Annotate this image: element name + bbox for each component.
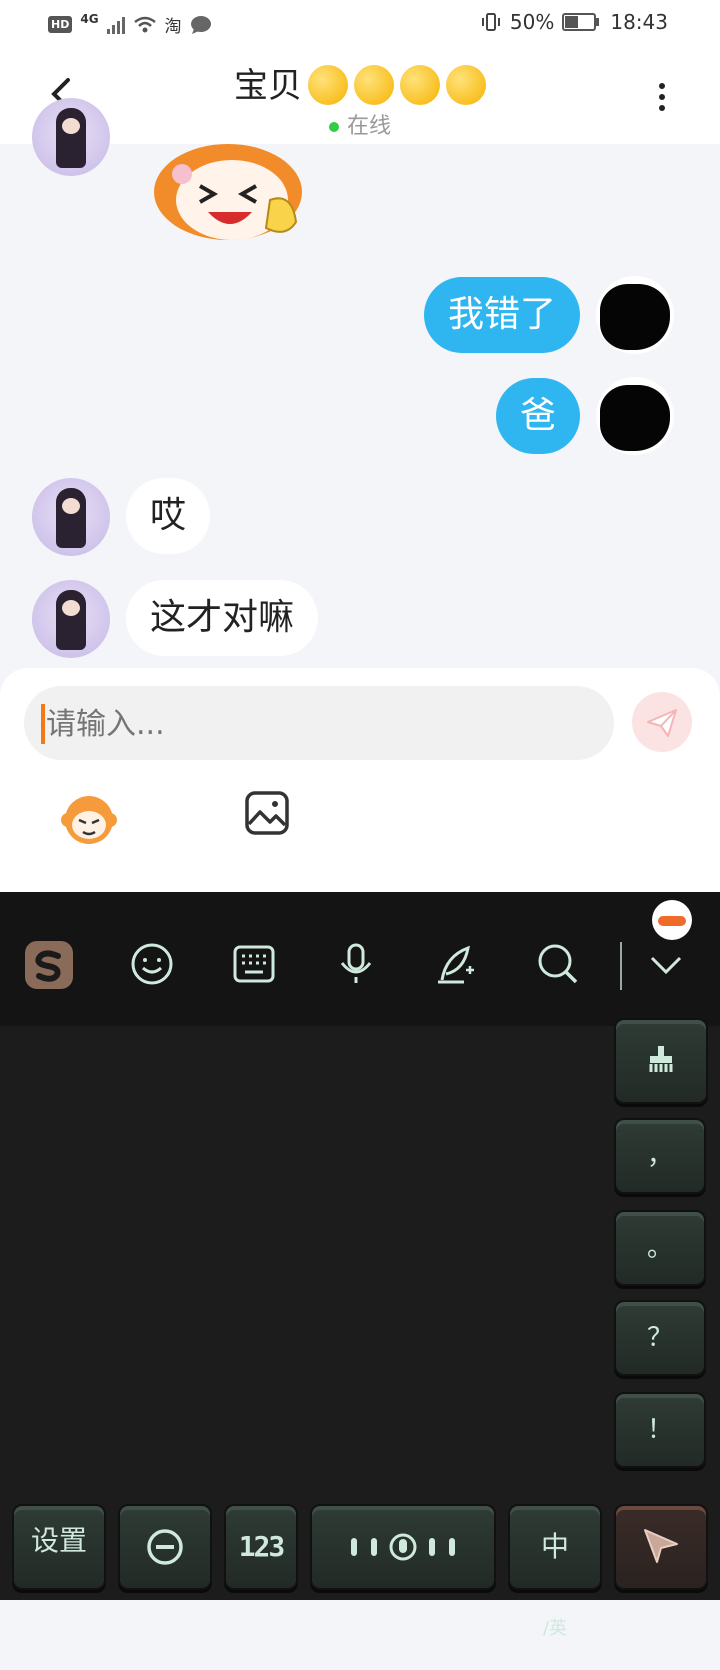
chat-title: 宝贝 (0, 58, 720, 108)
symbol-key[interactable] (118, 1504, 212, 1590)
ime-keyboard: ， 。 ？ ！ 设置 123 中/英 (0, 892, 720, 1639)
send-key[interactable] (614, 1504, 708, 1590)
contact-name: 宝贝 (234, 66, 302, 106)
message-bubble-incoming[interactable]: 哎 (126, 478, 211, 554)
message-bubble-incoming[interactable]: 这才对嘛 (126, 580, 319, 656)
composer-panel (0, 668, 720, 892)
taobao-icon: 淘 (164, 17, 182, 37)
numbers-key[interactable]: 123 (224, 1504, 298, 1590)
kissing-face-icon (308, 64, 348, 105)
handwriting-icon[interactable] (434, 942, 484, 992)
keyboard-icon[interactable] (232, 942, 282, 992)
period-key[interactable]: 。 (614, 1210, 706, 1286)
clock: 18:43 (610, 10, 668, 34)
online-dot-icon (328, 122, 339, 132)
minus-circle-icon (147, 1529, 183, 1565)
chevron-down-icon[interactable] (644, 942, 694, 992)
contact-avatar[interactable] (32, 98, 110, 176)
sogou-logo-icon[interactable] (24, 940, 74, 990)
settings-key[interactable]: 设置 (12, 1504, 106, 1590)
voice-space-icon (351, 1533, 455, 1561)
monkey-emoji-icon[interactable] (60, 790, 118, 848)
question-key[interactable]: ？ (614, 1300, 706, 1376)
toolbar-divider (620, 942, 622, 990)
more-options-icon[interactable] (652, 78, 672, 118)
message-bubble-outgoing[interactable]: 我错了 (423, 277, 580, 353)
network-label: 4G (80, 11, 99, 26)
user-avatar[interactable] (596, 276, 674, 354)
paper-plane-icon (647, 709, 677, 737)
space-key[interactable] (310, 1504, 496, 1590)
battery-icon (562, 13, 600, 31)
clear-key[interactable] (614, 1018, 708, 1104)
wifi-icon (133, 16, 156, 32)
status-bar: HD 4G 淘 50% 18:43 (0, 0, 720, 50)
chat-notification-icon (190, 15, 211, 34)
paper-plane-icon (644, 1529, 678, 1563)
ime-mascot-icon[interactable] (652, 900, 692, 940)
message-input-box[interactable] (24, 686, 614, 762)
user-avatar[interactable] (596, 377, 674, 455)
vibrate-icon (481, 13, 500, 31)
laughing-cartoon-girl-sticker[interactable] (152, 140, 312, 244)
message-input[interactable] (44, 686, 598, 762)
contact-avatar[interactable] (32, 580, 110, 658)
microphone-icon[interactable] (334, 942, 384, 992)
search-icon[interactable] (536, 942, 586, 992)
kissing-heart-face-icon (446, 64, 486, 105)
comma-key[interactable]: ， (614, 1118, 706, 1194)
smiley-icon[interactable] (130, 942, 180, 992)
broom-icon (649, 1046, 673, 1072)
exclamation-key[interactable]: ！ (614, 1392, 706, 1468)
battery-percent: 50% (509, 10, 555, 34)
message-bubble-outgoing[interactable]: 爸 (495, 378, 580, 454)
keyboard-toolbar (0, 892, 720, 1026)
image-icon[interactable] (244, 790, 290, 836)
hd-badge: HD (48, 16, 73, 33)
kissing-face-icon (354, 64, 394, 105)
send-button[interactable] (632, 692, 692, 752)
contact-avatar[interactable] (32, 478, 110, 556)
kissing-face-icon (400, 64, 440, 105)
signal-icon (106, 16, 125, 34)
language-toggle-key[interactable]: 中/英 (508, 1504, 602, 1639)
online-label: 在线 (346, 114, 391, 139)
